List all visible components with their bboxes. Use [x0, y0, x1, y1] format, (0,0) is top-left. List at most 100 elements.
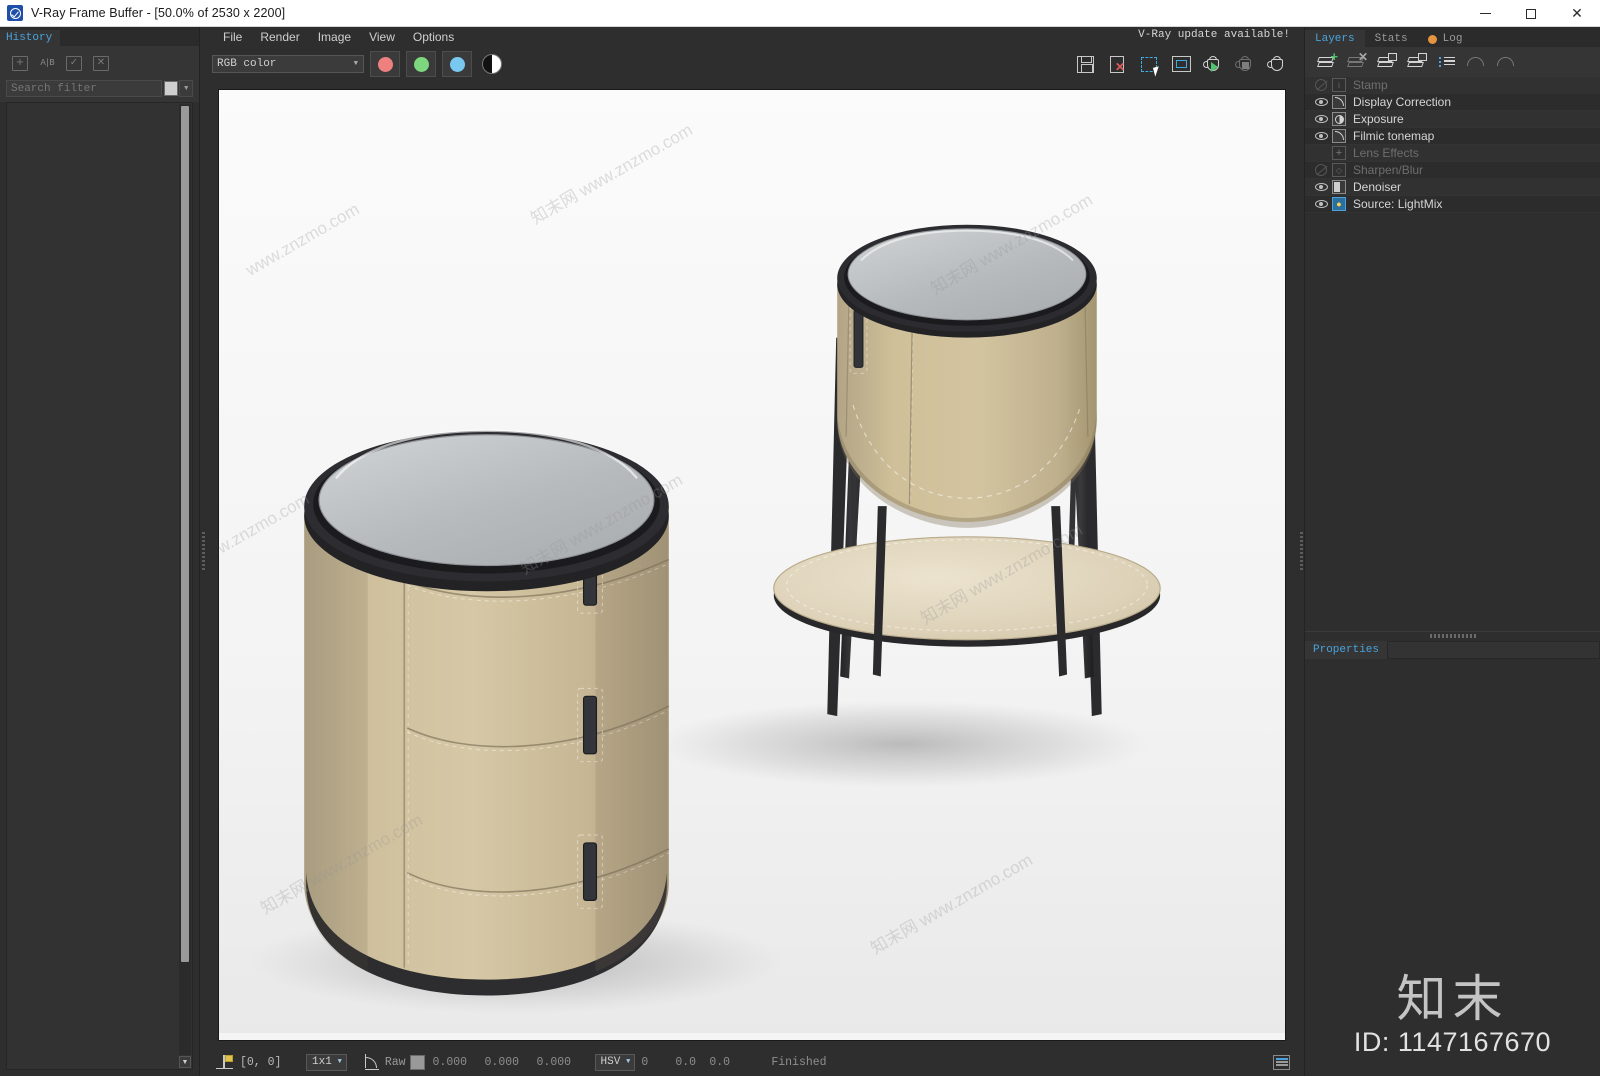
picked-color-swatch: [409, 1054, 425, 1070]
history-scroll-down-arrow[interactable]: ▼: [179, 1056, 191, 1068]
redo-icon[interactable]: [1497, 53, 1518, 72]
layer-label: Display Correction: [1353, 95, 1452, 109]
layer-visibility-toggle[interactable]: [1310, 115, 1332, 123]
tab-history[interactable]: History: [0, 30, 61, 46]
history-list[interactable]: ▼: [6, 102, 193, 1070]
undo-icon[interactable]: [1467, 53, 1488, 72]
properties-header-fill: [1387, 640, 1600, 659]
properties-body[interactable]: 知末 ID: 1147167670: [1305, 658, 1600, 1076]
lens-effects-icon: +: [1332, 146, 1346, 160]
window-titlebar: V-Ray Frame Buffer - [50.0% of 2530 x 22…: [0, 0, 1600, 27]
tab-log[interactable]: Log: [1418, 30, 1473, 47]
layer-row[interactable]: i Stamp: [1305, 77, 1600, 94]
menu-options[interactable]: Options: [404, 29, 463, 45]
render-viewport[interactable]: www.znzmo.com 知末网 www.znzmo.com 知末网 www.…: [206, 82, 1298, 1048]
history-scroll-thumb[interactable]: [181, 106, 189, 962]
load-layers-icon[interactable]: [1407, 52, 1428, 72]
region-render-icon[interactable]: [1136, 51, 1162, 77]
layer-visibility-toggle[interactable]: [1310, 164, 1332, 176]
layers-empty-area[interactable]: [1305, 213, 1600, 631]
history-delete-icon[interactable]: ✕: [91, 54, 111, 72]
tab-stats[interactable]: Stats: [1365, 30, 1418, 47]
tab-layers[interactable]: Layers: [1305, 30, 1365, 47]
menu-file[interactable]: File: [214, 29, 251, 45]
value-g: 0.000: [484, 1055, 520, 1069]
red-channel-button[interactable]: [370, 51, 400, 77]
lock-pixel-icon[interactable]: [216, 1053, 234, 1071]
layer-row[interactable]: Denoiser: [1305, 179, 1600, 196]
update-available-notice[interactable]: V-Ray update available!: [1138, 29, 1290, 41]
tab-properties[interactable]: Properties: [1305, 640, 1388, 659]
history-compare-ab-icon[interactable]: A|B: [37, 54, 57, 72]
render-status-text: Finished: [771, 1055, 827, 1069]
chevron-down-icon: ▼: [626, 1058, 631, 1066]
history-panel: History + A|B ✓ ✕ ▼ ▼: [0, 27, 200, 1076]
show-in-window-icon[interactable]: [1168, 51, 1194, 77]
layer-row[interactable]: Display Correction: [1305, 94, 1600, 111]
layer-row[interactable]: + Lens Effects: [1305, 145, 1600, 162]
layers-panel: Layers Stats Log + ✕ i Stamp Display Cor…: [1304, 27, 1600, 1076]
layers-list[interactable]: i Stamp Display Correction Exposure Film…: [1305, 77, 1600, 213]
add-layer-icon[interactable]: +: [1317, 50, 1338, 72]
layer-label: Stamp: [1353, 78, 1388, 92]
chevron-down-icon: ▼: [353, 60, 358, 68]
maximize-button[interactable]: [1508, 0, 1554, 27]
layer-row[interactable]: Filmic tonemap: [1305, 128, 1600, 145]
close-button[interactable]: ✕: [1554, 0, 1600, 27]
chevron-down-icon: ▼: [337, 1058, 342, 1066]
layer-label: Filmic tonemap: [1353, 129, 1435, 143]
layer-visibility-toggle[interactable]: [1310, 200, 1332, 208]
layer-visibility-toggle[interactable]: [1310, 183, 1332, 191]
menu-render[interactable]: Render: [251, 29, 308, 45]
blue-channel-button[interactable]: [442, 51, 472, 77]
start-render-icon[interactable]: [1200, 51, 1226, 77]
menu-view[interactable]: View: [360, 29, 404, 45]
pixel-coordinates: [0, 0]: [240, 1055, 282, 1069]
log-status-dot-icon: [1427, 34, 1437, 44]
history-filter-dropdown-icon[interactable]: ▼: [179, 80, 193, 97]
tab-layers-label: Layers: [1315, 33, 1355, 45]
layer-row[interactable]: ● Source: LightMix: [1305, 196, 1600, 213]
history-load-icon[interactable]: ✓: [64, 54, 84, 72]
layer-row[interactable]: ◇ Sharpen/Blur: [1305, 162, 1600, 179]
layer-visibility-toggle[interactable]: [1310, 98, 1332, 106]
sample-size-select[interactable]: 1x1 ▼: [306, 1053, 347, 1071]
statusbar: [0, 0] 1x1 ▼ Raw 0.000 0.000 0.000 HSV ▼…: [206, 1048, 1298, 1076]
render-image-frame[interactable]: www.znzmo.com 知末网 www.znzmo.com 知末网 www.…: [218, 89, 1286, 1041]
sample-size-value: 1x1: [312, 1056, 332, 1068]
raw-label: Raw: [384, 1055, 406, 1069]
channel-select-value: RGB color: [217, 58, 277, 70]
stamp-icon: i: [1332, 78, 1346, 92]
exposure-icon: [1332, 112, 1346, 126]
remove-layer-icon[interactable]: ✕: [1347, 51, 1368, 72]
minimize-button[interactable]: [1462, 0, 1508, 27]
history-scrollbar[interactable]: [179, 104, 191, 1055]
stop-render-icon[interactable]: [1232, 51, 1258, 77]
menu-image[interactable]: Image: [309, 29, 360, 45]
render-last-icon[interactable]: [1264, 51, 1290, 77]
save-all-channels-icon[interactable]: ✕: [1104, 51, 1130, 77]
search-input[interactable]: [6, 80, 162, 97]
menubar: File Render Image View Options V-Ray upd…: [206, 27, 1298, 46]
alpha-channel-button[interactable]: [482, 54, 502, 74]
panel-splitter[interactable]: [1305, 630, 1600, 641]
layer-visibility-toggle[interactable]: [1310, 79, 1332, 91]
green-channel-button[interactable]: [406, 51, 436, 77]
properties-header: Properties: [1305, 640, 1600, 659]
toggle-panel-icon[interactable]: [1273, 1054, 1290, 1070]
center-column: File Render Image View Options V-Ray upd…: [206, 27, 1298, 1076]
layer-row[interactable]: Exposure: [1305, 111, 1600, 128]
right-tabrow: Layers Stats Log: [1305, 27, 1600, 47]
color-curve-icon[interactable]: [363, 1054, 379, 1070]
layer-visibility-toggle[interactable]: [1310, 132, 1332, 140]
history-save-icon[interactable]: +: [10, 54, 30, 72]
hsv-h: 0: [641, 1055, 649, 1069]
filmic-icon: [1332, 129, 1346, 143]
history-color-swatch[interactable]: [164, 81, 179, 96]
save-image-icon[interactable]: [1072, 51, 1098, 77]
channel-select[interactable]: RGB color ▼: [212, 55, 364, 73]
color-space-value: HSV: [600, 1056, 621, 1068]
save-layers-icon[interactable]: [1377, 52, 1398, 72]
color-space-select[interactable]: HSV ▼: [594, 1053, 636, 1071]
layer-presets-icon[interactable]: [1437, 53, 1458, 72]
